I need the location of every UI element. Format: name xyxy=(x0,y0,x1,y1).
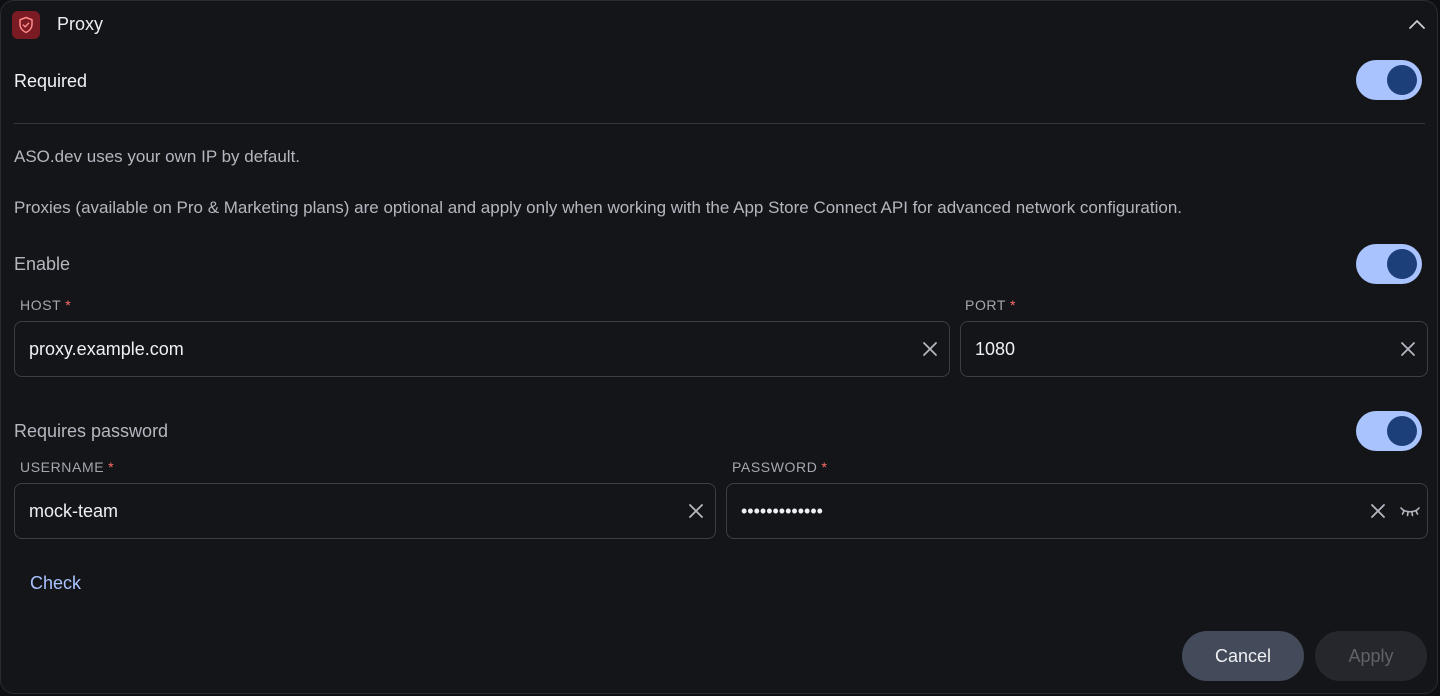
requires-password-toggle[interactable] xyxy=(1356,411,1422,451)
info-default-ip: ASO.dev uses your own IP by default. xyxy=(14,147,301,166)
chevron-up-icon[interactable] xyxy=(1407,15,1427,35)
shield-icon xyxy=(12,11,40,39)
host-input[interactable] xyxy=(29,322,893,376)
host-field[interactable] xyxy=(14,321,950,377)
check-link[interactable]: Check xyxy=(30,573,81,594)
required-star: * xyxy=(821,459,828,475)
required-toggle[interactable] xyxy=(1356,60,1422,100)
host-label: HOST * xyxy=(20,297,71,313)
port-input[interactable] xyxy=(975,322,1371,376)
requires-password-label: Requires password xyxy=(14,421,169,441)
required-star: * xyxy=(1010,297,1017,313)
port-label: PORT * xyxy=(965,297,1016,313)
host-label-text: HOST xyxy=(20,297,62,313)
required-star: * xyxy=(108,459,115,475)
clear-icon[interactable] xyxy=(921,340,939,358)
password-input[interactable] xyxy=(741,484,1371,538)
username-label-text: USERNAME xyxy=(20,459,105,475)
info-proxy-plans: Proxies (available on Pro & Marketing pl… xyxy=(14,198,1183,217)
enable-label: Enable xyxy=(14,254,71,274)
password-label-text: PASSWORD xyxy=(732,459,818,475)
panel-header[interactable]: Proxy xyxy=(1,1,1437,49)
port-label-text: PORT xyxy=(965,297,1007,313)
apply-button[interactable]: Apply xyxy=(1315,631,1427,681)
panel-title: Proxy xyxy=(57,14,104,34)
username-label: USERNAME * xyxy=(20,459,114,475)
clear-icon[interactable] xyxy=(687,502,705,520)
port-field[interactable] xyxy=(960,321,1428,377)
required-star: * xyxy=(65,297,72,313)
toggle-knob xyxy=(1387,416,1417,446)
divider xyxy=(14,123,1425,124)
toggle-knob xyxy=(1387,65,1417,95)
clear-icon[interactable] xyxy=(1399,340,1417,358)
password-field[interactable] xyxy=(726,483,1428,539)
username-input[interactable] xyxy=(29,484,659,538)
proxy-settings-panel: Proxy Required ASO.dev uses your own IP … xyxy=(0,0,1438,694)
eye-closed-icon[interactable] xyxy=(1399,502,1421,520)
clear-icon[interactable] xyxy=(1369,502,1387,520)
cancel-button[interactable]: Cancel xyxy=(1182,631,1304,681)
username-field[interactable] xyxy=(14,483,716,539)
required-label: Required xyxy=(14,71,88,91)
toggle-knob xyxy=(1387,249,1417,279)
password-label: PASSWORD * xyxy=(732,459,828,475)
enable-toggle[interactable] xyxy=(1356,244,1422,284)
